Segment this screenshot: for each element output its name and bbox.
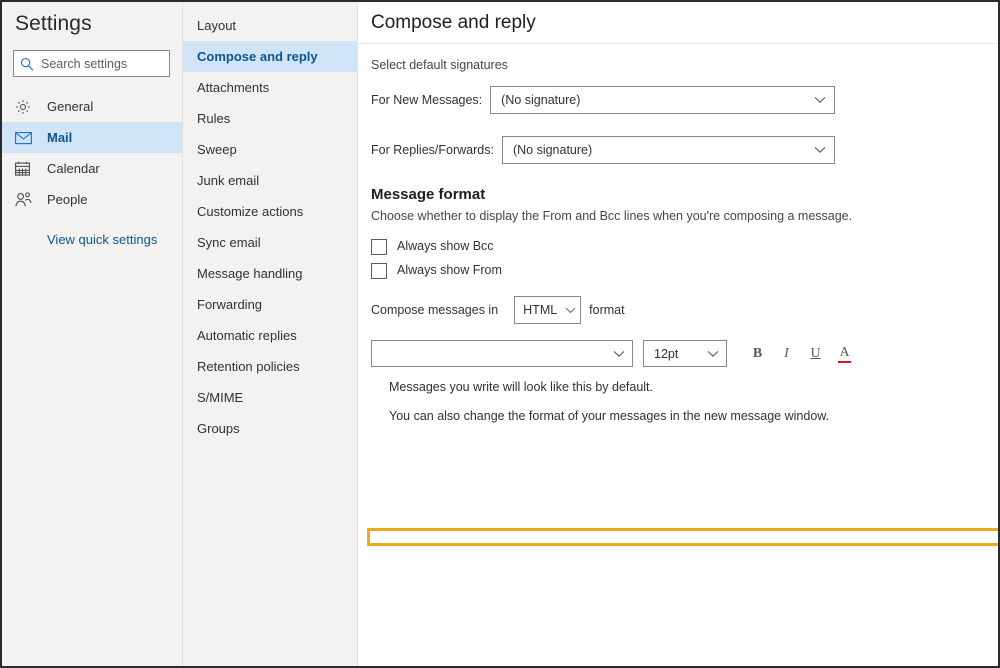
subnav-item-smime[interactable]: S/MIME	[183, 382, 357, 413]
sidebar-item-people[interactable]: People	[2, 184, 182, 215]
people-icon	[15, 192, 35, 207]
chevron-down-icon	[814, 143, 826, 157]
subnav-item-attachments[interactable]: Attachments	[183, 72, 357, 103]
italic-button[interactable]: I	[772, 340, 801, 367]
message-format-title: Message format	[371, 186, 486, 203]
always-show-from-label: Always show From	[397, 263, 502, 278]
dropdown-value: (No signature)	[512, 143, 593, 157]
sidebar-item-label: Mail	[47, 130, 73, 145]
bold-button[interactable]: B	[743, 340, 772, 367]
always-show-bcc-label: Always show Bcc	[397, 239, 494, 254]
envelope-icon	[15, 131, 35, 145]
always-show-from-checkbox[interactable]	[371, 262, 387, 279]
always-show-bcc-row[interactable]: Always show Bcc	[371, 235, 985, 258]
subnav-item-automatic-replies[interactable]: Automatic replies	[183, 320, 357, 351]
settings-main-pane: Compose and reply Select default signatu…	[358, 2, 998, 666]
compose-format-row: Compose messages in HTML format	[371, 296, 985, 324]
gear-icon	[15, 99, 35, 115]
chevron-down-icon	[565, 303, 576, 317]
format-preview-line-2: You can also change the format of your m…	[389, 409, 830, 423]
font-color-button[interactable]: A	[830, 340, 859, 367]
dropdown-value: 12pt	[654, 346, 679, 361]
replies-label: For Replies/Forwards:	[371, 143, 494, 157]
chevron-down-icon	[707, 347, 719, 361]
always-show-bcc-checkbox[interactable]	[371, 238, 387, 255]
new-messages-signature-row: For New Messages: (No signature)	[371, 86, 985, 114]
compose-format-suffix: format	[589, 303, 625, 317]
subnav-item-sync-email[interactable]: Sync email	[183, 227, 357, 258]
subnav-item-message-handling[interactable]: Message handling	[183, 258, 357, 289]
sidebar-item-mail[interactable]: Mail	[2, 122, 182, 153]
addresses-title: Addresses to send from	[382, 543, 998, 546]
subnav-item-sweep[interactable]: Sweep	[183, 134, 357, 165]
font-size-dropdown[interactable]: 12pt	[643, 340, 727, 367]
sidebar-item-label: General	[47, 99, 94, 114]
main-title: Compose and reply	[371, 11, 536, 33]
subnav-item-layout[interactable]: Layout	[183, 10, 357, 41]
addresses-to-send-from-section: Addresses to send from Chooses addresses…	[367, 528, 998, 546]
calendar-icon	[15, 161, 35, 176]
subnav-item-compose-and-reply[interactable]: Compose and reply	[183, 41, 357, 72]
subnav-item-retention-policies[interactable]: Retention policies	[183, 351, 357, 382]
subnav-item-groups[interactable]: Groups	[183, 413, 357, 444]
sidebar-item-label: People	[47, 192, 88, 207]
format-preview-line-1: Messages you write will look like this b…	[389, 380, 654, 394]
search-input[interactable]	[41, 56, 163, 71]
search-icon	[20, 57, 34, 71]
chevron-down-icon	[613, 347, 625, 361]
signatures-note: Select default signatures	[371, 58, 508, 72]
format-button-group: B I U A	[743, 340, 859, 367]
sidebar-item-calendar[interactable]: Calendar	[2, 153, 182, 184]
settings-sidebar: Settings Gen	[2, 2, 183, 666]
settings-subnav: Layout Compose and reply Attachments Rul…	[183, 2, 358, 666]
main-body: Select default signatures For New Messag…	[358, 44, 998, 546]
search-box[interactable]	[13, 50, 170, 77]
font-family-dropdown[interactable]	[371, 340, 633, 367]
new-messages-signature-dropdown[interactable]: (No signature)	[490, 86, 836, 114]
dropdown-value: HTML	[523, 303, 558, 317]
replies-signature-dropdown[interactable]: (No signature)	[501, 136, 835, 164]
dropdown-value: (No signature)	[501, 93, 581, 107]
subnav-item-customize-actions[interactable]: Customize actions	[183, 196, 357, 227]
message-format-dropdown[interactable]: HTML	[514, 296, 582, 324]
sidebar-nav-list: General Mail Calendar People	[2, 91, 182, 215]
chevron-down-icon	[814, 93, 826, 107]
settings-window: Settings Gen	[0, 0, 1000, 668]
underline-button[interactable]: U	[801, 340, 830, 367]
font-toolbar: 12pt B I U A	[371, 340, 985, 367]
message-format-description: Choose whether to display the From and B…	[371, 209, 853, 223]
page-title: Settings	[15, 12, 92, 35]
view-quick-settings-link[interactable]: View quick settings	[2, 229, 182, 249]
new-messages-label: For New Messages:	[371, 93, 483, 107]
always-show-from-row[interactable]: Always show From	[371, 259, 985, 282]
compose-format-prefix: Compose messages in	[371, 303, 499, 317]
subnav-item-rules[interactable]: Rules	[183, 103, 357, 134]
replies-signature-row: For Replies/Forwards: (No signature)	[371, 136, 985, 164]
sidebar-item-label: Calendar	[47, 161, 100, 176]
subnav-item-forwarding[interactable]: Forwarding	[183, 289, 357, 320]
main-header: Compose and reply	[358, 2, 998, 44]
sidebar-item-general[interactable]: General	[2, 91, 182, 122]
subnav-item-junk-email[interactable]: Junk email	[183, 165, 357, 196]
